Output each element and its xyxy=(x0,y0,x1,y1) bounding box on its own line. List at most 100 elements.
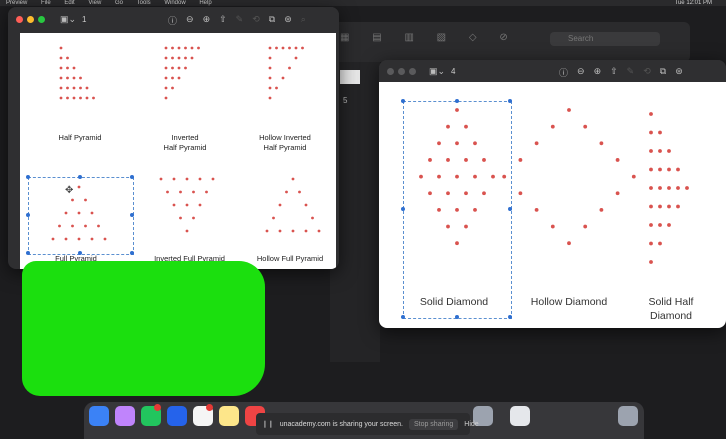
finder-icon[interactable] xyxy=(89,406,109,426)
sidebar-toggle-icon[interactable]: ▣⌄ xyxy=(429,66,445,77)
search-input[interactable]: Search xyxy=(550,32,660,46)
star-mark xyxy=(583,224,588,229)
menu-item[interactable]: Go xyxy=(115,0,123,6)
window-icon[interactable]: ⧉ xyxy=(269,14,275,27)
star-mark xyxy=(159,177,163,181)
trash-icon[interactable] xyxy=(618,406,638,426)
minimize-icon[interactable] xyxy=(398,68,405,75)
close-icon[interactable] xyxy=(387,68,394,75)
star-mark xyxy=(177,76,181,80)
hide-button[interactable]: Hide xyxy=(464,421,478,428)
photos-icon[interactable] xyxy=(510,406,530,426)
star-mark xyxy=(192,190,195,194)
selection-box[interactable] xyxy=(28,177,134,255)
launchpad-icon[interactable] xyxy=(115,406,135,426)
selection-box[interactable] xyxy=(403,101,512,319)
messages-badge-icon xyxy=(154,404,161,411)
annotate-icon[interactable]: ⊛ xyxy=(675,66,683,79)
menu-item[interactable]: Window xyxy=(164,0,185,6)
annotate-icon[interactable]: ⊛ xyxy=(284,14,292,27)
menu-item[interactable]: File xyxy=(41,0,51,6)
selection-handle[interactable] xyxy=(401,207,405,211)
zoom-in-icon[interactable]: ⊕ xyxy=(203,14,211,27)
star-mark xyxy=(184,66,187,70)
star-mark xyxy=(599,141,604,146)
menu-item[interactable]: Edit xyxy=(64,0,74,6)
star-mark xyxy=(79,76,82,80)
hollow-inverted-half-pyramid-pattern xyxy=(268,46,304,100)
page-number: 1 xyxy=(82,15,87,24)
star-mark xyxy=(59,66,63,70)
menu-item[interactable]: View xyxy=(88,0,101,6)
star-mark xyxy=(667,204,671,209)
page-number: 4 xyxy=(451,67,456,76)
stop-sharing-button[interactable]: Stop sharing xyxy=(408,418,459,430)
menu-item[interactable]: Tools xyxy=(137,0,151,6)
selection-handle[interactable] xyxy=(455,99,459,103)
minimize-icon[interactable] xyxy=(27,16,34,23)
zoom-out-icon[interactable]: ⊖ xyxy=(186,14,194,27)
zoom-icon[interactable] xyxy=(38,16,45,23)
star-mark xyxy=(177,46,181,50)
zoom-out-icon[interactable]: ⊖ xyxy=(577,66,585,79)
selection-handle[interactable] xyxy=(26,175,30,179)
star-mark xyxy=(268,66,272,70)
window-controls xyxy=(387,68,416,75)
selection-handle[interactable] xyxy=(401,315,405,319)
selection-handle[interactable] xyxy=(508,99,512,103)
background-window: ▦ ▤ ▥ ▧ ◇ ⊘ Search xyxy=(330,22,690,62)
info-icon[interactable]: ⓘ xyxy=(559,66,568,79)
notes-icon[interactable] xyxy=(219,406,239,426)
star-mark xyxy=(550,124,555,129)
star-mark xyxy=(59,76,63,80)
window-controls xyxy=(16,16,45,23)
star-mark xyxy=(72,96,76,100)
star-mark xyxy=(317,229,321,233)
star-mark xyxy=(658,167,662,172)
star-mark xyxy=(311,216,314,220)
selection-handle[interactable] xyxy=(130,175,134,179)
pattern-label: Hollow Inverted Half Pyramid xyxy=(259,133,311,152)
info-icon[interactable]: ⓘ xyxy=(168,14,177,27)
selection-handle[interactable] xyxy=(26,213,30,217)
markup-icon[interactable]: ✎ xyxy=(236,14,244,27)
star-mark xyxy=(550,224,555,229)
document-page: Solid Diamond Hollow Diamond Solid Half … xyxy=(379,82,726,328)
star-mark xyxy=(171,86,174,90)
star-mark xyxy=(667,223,671,227)
star-mark xyxy=(72,86,76,90)
share-icon[interactable]: ⇧ xyxy=(610,66,618,79)
selection-handle[interactable] xyxy=(130,251,134,255)
star-mark xyxy=(185,203,189,207)
reminders-badge-icon xyxy=(206,404,213,411)
selection-handle[interactable] xyxy=(78,175,82,179)
share-icon[interactable]: ⇧ xyxy=(219,14,227,27)
selection-handle[interactable] xyxy=(508,207,512,211)
search-icon[interactable]: ⌕ xyxy=(301,14,306,27)
redaction-scribble xyxy=(22,261,265,396)
markup-icon[interactable]: ✎ xyxy=(627,66,635,79)
star-mark xyxy=(534,141,539,146)
selection-handle[interactable] xyxy=(130,213,134,217)
menu-item[interactable]: Preview xyxy=(6,0,27,6)
star-mark xyxy=(268,46,272,50)
zoom-in-icon[interactable]: ⊕ xyxy=(594,66,602,79)
star-mark xyxy=(211,177,215,181)
selection-handle[interactable] xyxy=(455,315,459,319)
pattern-label: Hollow Full Pyramid xyxy=(256,254,324,263)
star-mark xyxy=(649,204,653,209)
star-mark xyxy=(649,130,653,135)
star-mark xyxy=(192,216,195,220)
close-icon[interactable] xyxy=(16,16,23,23)
window-icon[interactable]: ⧉ xyxy=(660,66,666,79)
rotate-icon[interactable]: ⟲ xyxy=(252,14,260,27)
selection-handle[interactable] xyxy=(78,251,82,255)
menu-item[interactable]: Help xyxy=(199,0,211,6)
mail-icon[interactable] xyxy=(167,406,187,426)
sidebar-toggle-icon[interactable]: ▣⌄ xyxy=(60,14,76,25)
selection-handle[interactable] xyxy=(26,251,30,255)
selection-handle[interactable] xyxy=(508,315,512,319)
rotate-icon[interactable]: ⟲ xyxy=(643,66,651,79)
zoom-icon[interactable] xyxy=(409,68,416,75)
selection-handle[interactable] xyxy=(401,99,405,103)
